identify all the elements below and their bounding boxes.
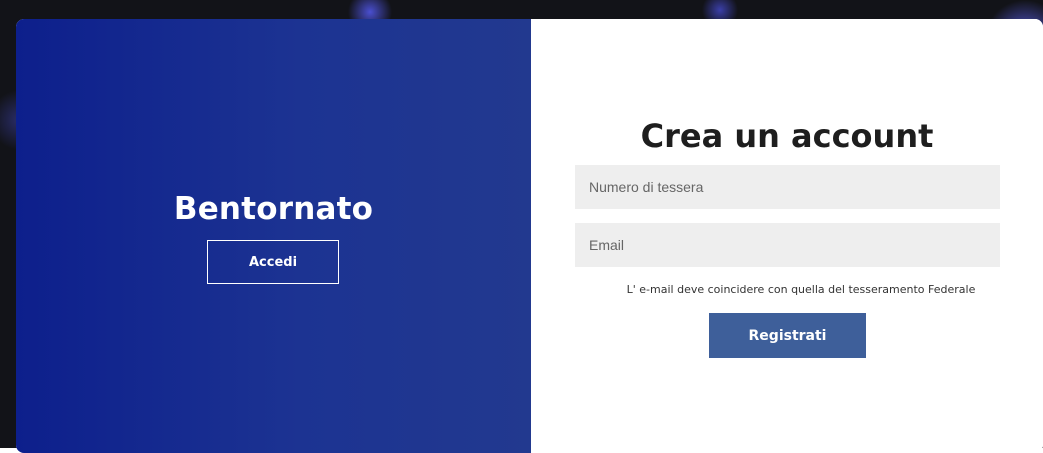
email-input[interactable] <box>575 223 1000 267</box>
register-button[interactable]: Registrati <box>709 313 866 358</box>
welcome-panel: Bentornato Accedi <box>16 19 531 453</box>
welcome-title: Bentornato <box>173 191 374 227</box>
register-title: Crea un account <box>531 117 1043 155</box>
auth-card: Bentornato Accedi Crea un account L' e-m… <box>16 19 1043 453</box>
card-number-input[interactable] <box>575 165 1000 209</box>
login-button[interactable]: Accedi <box>207 240 339 284</box>
register-title-text: Crea un account <box>640 117 934 155</box>
register-panel: Crea un account L' e-mail deve coincider… <box>531 19 1043 453</box>
email-hint: L' e-mail deve coincidere con quella del… <box>626 283 976 296</box>
